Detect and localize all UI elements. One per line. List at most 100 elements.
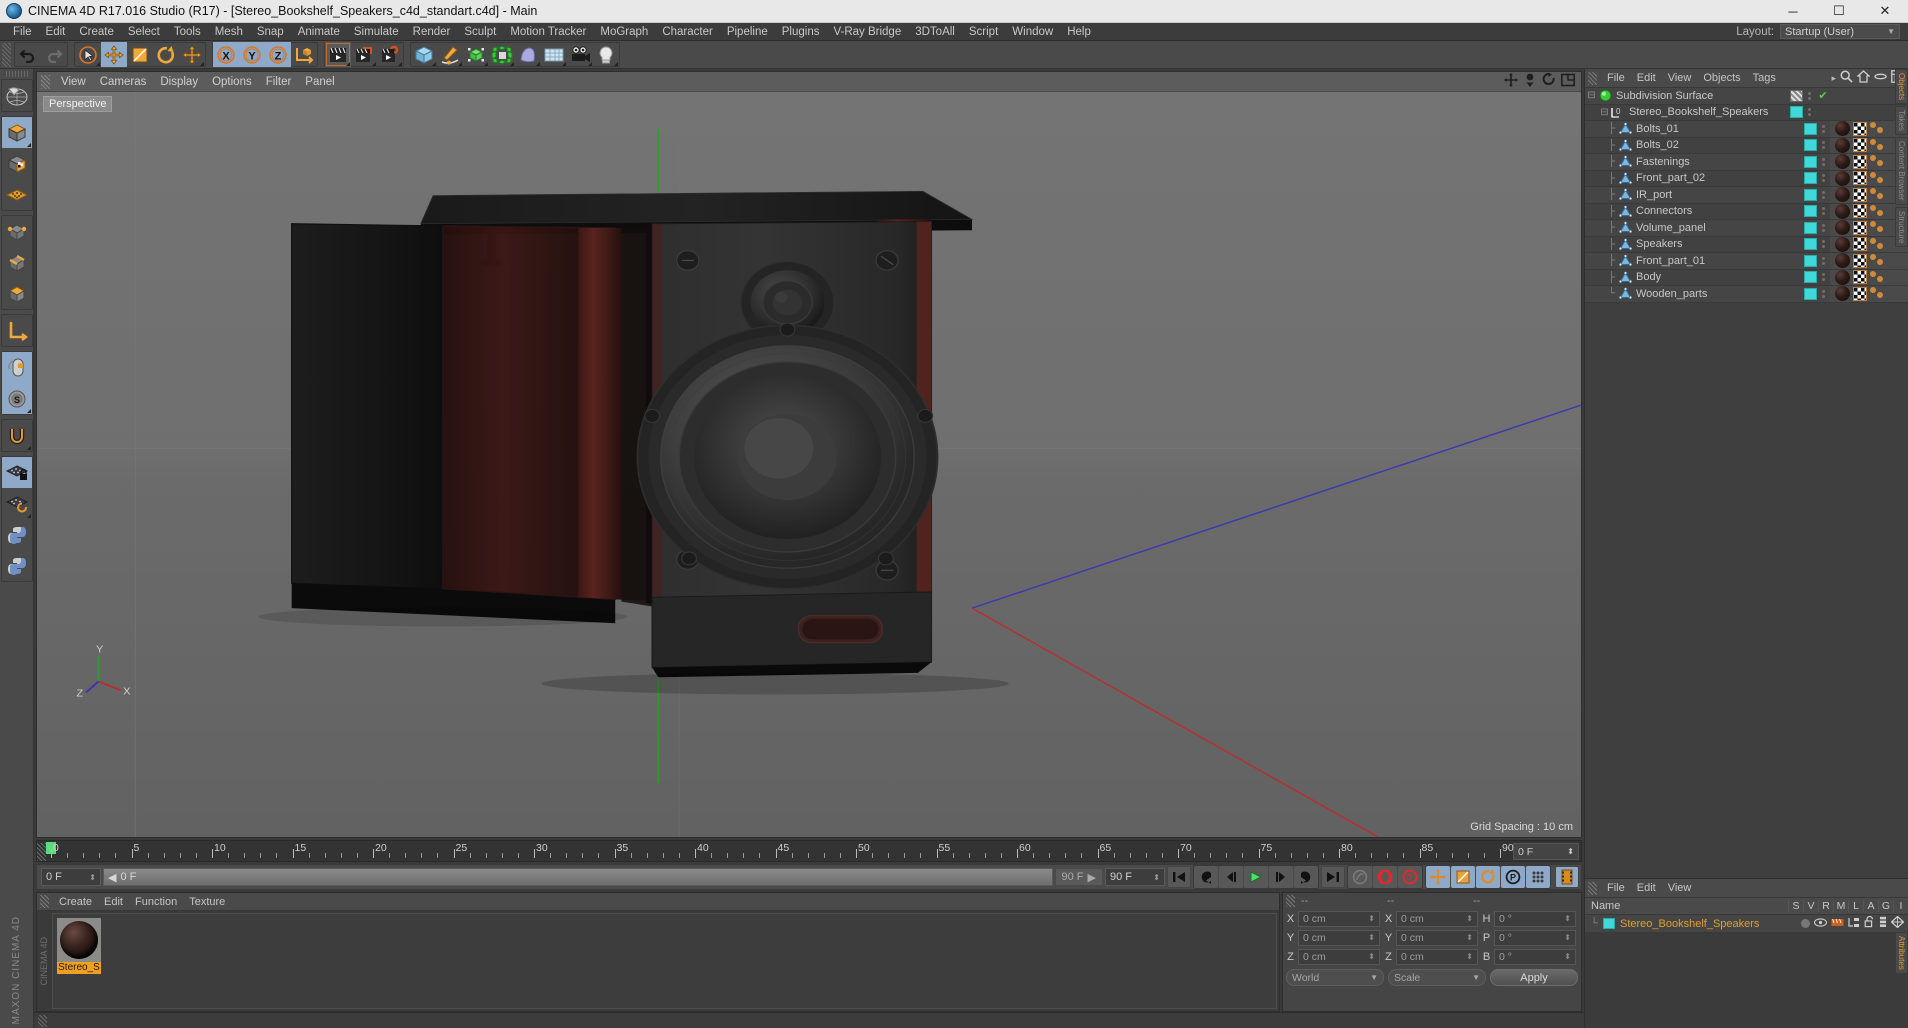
redo-arrow-icon[interactable]	[41, 42, 67, 67]
stepper-icon[interactable]: ⬍	[1567, 847, 1574, 856]
material-tag-icon[interactable]	[1835, 269, 1850, 285]
texture-tag-icon[interactable]	[1853, 253, 1867, 268]
texture-tag-icon[interactable]	[1853, 154, 1867, 169]
menu-snap[interactable]: Snap	[250, 23, 291, 41]
add-camera-icon[interactable]	[567, 42, 593, 67]
texture-tag-icon[interactable]	[1853, 138, 1867, 153]
texture-tag-icon[interactable]	[1853, 237, 1867, 252]
workplane-rotate-icon[interactable]	[2, 488, 32, 519]
object-row-front-part-01[interactable]: ├ Front_part_01	[1585, 253, 1908, 270]
menu-pipeline[interactable]: Pipeline	[720, 23, 775, 41]
menu-mograph[interactable]: MoGraph	[593, 23, 655, 41]
move-tool-icon[interactable]	[101, 42, 127, 67]
object-axis-icon[interactable]	[2, 315, 32, 346]
minimize-button[interactable]: ─	[1770, 0, 1816, 22]
rotation-b-field[interactable]: 0 ° ⬍	[1494, 948, 1576, 965]
take-dot-icon[interactable]	[1801, 919, 1810, 928]
texture-tag-icon[interactable]	[1853, 171, 1867, 186]
menu-sculpt[interactable]: Sculpt	[457, 23, 503, 41]
object-row-bolts-02[interactable]: ├ Bolts_02	[1585, 137, 1908, 154]
texture-tag-icon[interactable]	[1853, 204, 1867, 219]
attribute-manager-grip[interactable]	[1588, 881, 1597, 895]
undo-arrow-icon[interactable]	[15, 42, 41, 67]
material-tag-icon[interactable]	[1835, 121, 1850, 137]
left-toolbar-grip[interactable]	[5, 71, 28, 77]
go-to-end-button[interactable]	[1321, 866, 1345, 888]
visibility-dots-icon[interactable]	[1803, 108, 1816, 117]
attribute-body[interactable]: Attributes	[1585, 932, 1908, 1028]
stepper-icon[interactable]: ⬍	[1368, 933, 1375, 942]
maximize-view-icon[interactable]	[1561, 73, 1575, 90]
column-a[interactable]: A	[1863, 900, 1878, 912]
mouse-input-icon[interactable]	[1, 352, 32, 383]
workplane-lock-icon[interactable]	[1, 457, 32, 488]
visibility-dots-icon[interactable]	[1817, 207, 1830, 216]
make-editable-icon[interactable]	[2, 80, 32, 111]
rotation-h-field[interactable]: 0 ° ⬍	[1494, 910, 1576, 927]
menu-overflow-icon[interactable]: ▸	[1831, 73, 1836, 84]
size-x-field[interactable]: 0 cm ⬍	[1396, 910, 1478, 927]
next-keyframe-button[interactable]	[1294, 866, 1318, 888]
column-m[interactable]: M	[1833, 900, 1848, 912]
coordinates-grip[interactable]	[1286, 895, 1295, 907]
render-override-icon[interactable]	[1831, 917, 1844, 931]
object-color-chip[interactable]	[1804, 139, 1817, 152]
object-row-fastenings[interactable]: ├ Fastenings	[1585, 154, 1908, 171]
position-keys-button[interactable]	[1426, 866, 1450, 888]
texture-tag-icon[interactable]	[1853, 286, 1867, 301]
size-mode-dropdown[interactable]: Scale ▼	[1388, 969, 1486, 986]
add-deformer-icon[interactable]	[489, 42, 515, 67]
menu-render[interactable]: Render	[406, 23, 458, 41]
layers-icon[interactable]	[1879, 916, 1887, 931]
visibility-dots-icon[interactable]	[1817, 223, 1830, 232]
timeline-scale[interactable]: 0 5 10 15 20 25 30 35 40 45 50 55 60 65 70 75 80 85 90	[46, 841, 1514, 861]
menu-plugins[interactable]: Plugins	[775, 23, 827, 41]
play-button[interactable]	[1244, 866, 1268, 888]
attribute-menu-edit[interactable]: Edit	[1631, 879, 1662, 898]
material-tag-icon[interactable]	[1835, 220, 1850, 236]
menu-window[interactable]: Window	[1005, 23, 1060, 41]
autokeying-button[interactable]	[1348, 866, 1372, 888]
object-color-chip[interactable]	[1804, 271, 1817, 284]
stepper-icon[interactable]: ⬍	[1466, 952, 1473, 961]
side-tab-content-browser[interactable]: Content Browser	[1895, 137, 1908, 205]
coordinate-system-dropdown[interactable]: World ▼	[1286, 969, 1384, 986]
object-color-chip[interactable]	[1790, 106, 1803, 119]
object-menu-objects[interactable]: Objects	[1697, 69, 1746, 88]
soft-selection-icon[interactable]: S	[1, 383, 32, 414]
range-left-arrow-icon[interactable]: ◀	[108, 871, 116, 884]
menu-character[interactable]: Character	[655, 23, 720, 41]
search-icon[interactable]	[1840, 70, 1853, 86]
object-row-ir-port[interactable]: ├ IR_port	[1585, 187, 1908, 204]
selection-tag-icon[interactable]	[1870, 138, 1885, 153]
position-x-field[interactable]: 0 cm ⬍	[1298, 910, 1380, 927]
position-z-field[interactable]: 0 cm ⬍	[1298, 948, 1380, 965]
points-mode-icon[interactable]	[2, 216, 32, 247]
material-tag-icon[interactable]	[1835, 236, 1850, 252]
selection-tag-icon[interactable]	[1870, 220, 1885, 235]
selection-tag-icon[interactable]	[1870, 171, 1885, 186]
side-tab-objects[interactable]: Objects	[1895, 69, 1908, 105]
visibility-dots-icon[interactable]	[1817, 124, 1830, 133]
timeline-toggle-button[interactable]	[1555, 866, 1579, 888]
selection-tag-icon[interactable]	[1870, 187, 1885, 202]
add-light-icon[interactable]	[593, 42, 619, 67]
material-tag-icon[interactable]	[1835, 203, 1850, 219]
object-color-chip[interactable]	[1804, 287, 1817, 300]
menu-file[interactable]: File	[6, 23, 39, 41]
material-menu-edit[interactable]: Edit	[98, 893, 129, 911]
object-color-chip[interactable]	[1804, 172, 1817, 185]
selection-tag-icon[interactable]	[1870, 253, 1885, 268]
record-keyframe-button[interactable]	[1373, 866, 1397, 888]
layer-tree-icon[interactable]	[1848, 917, 1860, 931]
texture-tag-icon[interactable]	[1853, 270, 1867, 285]
menu-help[interactable]: Help	[1060, 23, 1098, 41]
menu-simulate[interactable]: Simulate	[347, 23, 406, 41]
frame-range-slider[interactable]: ◀ 0 F	[103, 868, 1053, 886]
material-tag-icon[interactable]	[1835, 286, 1850, 302]
unlock-icon[interactable]	[1864, 915, 1875, 931]
visibility-dots-icon[interactable]	[1817, 174, 1830, 183]
side-tab-attributes[interactable]: Attributes	[1895, 932, 1908, 974]
rotate-view-icon[interactable]	[1542, 73, 1556, 90]
scale-keys-button[interactable]	[1451, 866, 1475, 888]
